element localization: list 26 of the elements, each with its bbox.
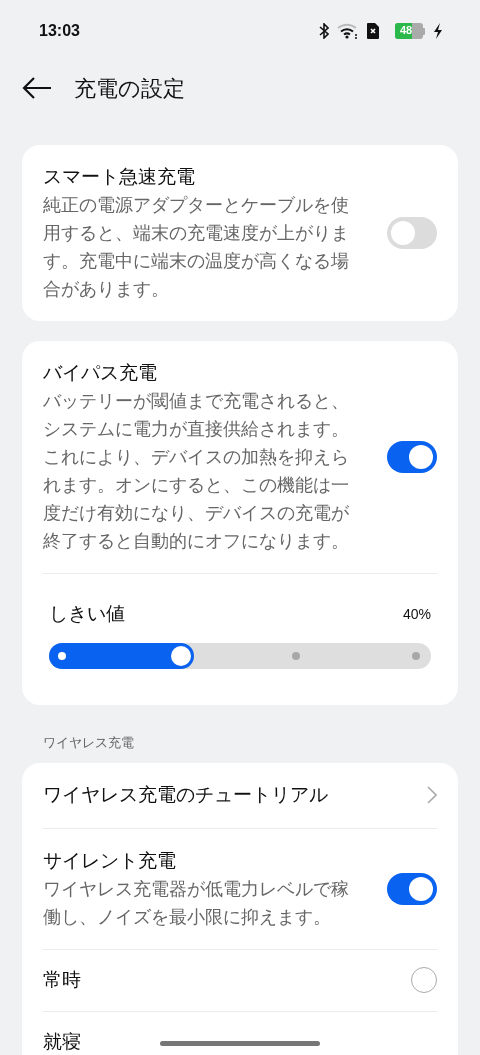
option-label: 就寝	[43, 1029, 81, 1054]
setting-description: バッテリーが閾値まで充電されると、システムに電力が直接供給されます。これにより、デバイスの加熱を抑えられます。オンにすると、この機能は一度だけ有効になり、デバイスの充電が終了すると自動的にオフになります。	[43, 390, 350, 553]
toggle-switch[interactable]	[387, 441, 437, 473]
setting-title: スマート急速充電	[43, 165, 196, 189]
page-title: 充電の設定	[74, 74, 185, 103]
setting-title: バイパス充電	[43, 361, 158, 385]
setting-title: ワイヤレス充電のチュートリアル	[43, 782, 328, 807]
back-arrow-icon[interactable]	[22, 77, 52, 99]
charging-icon	[433, 23, 443, 39]
slider-value: 40%	[402, 604, 431, 624]
section-header: ワイヤレス充電	[42, 733, 135, 752]
setting-title: サイレント充電	[43, 848, 177, 873]
toggle-switch[interactable]	[387, 872, 437, 905]
battery-level: 48	[400, 25, 413, 36]
option-label: 常時	[43, 967, 81, 992]
wifi-icon	[337, 23, 359, 39]
bluetooth-icon	[319, 23, 329, 39]
chevron-right-icon	[427, 786, 437, 804]
setting-description: 純正の電源アダプターとケーブルを使用すると、端末の充電速度が上がります。充電中に端末の温度が高くなる場合があります。	[43, 194, 350, 301]
list-item[interactable]: ワイヤレス充電のチュートリアル	[43, 762, 437, 828]
clock-time: 13:03	[39, 21, 80, 41]
toggle-switch[interactable]	[387, 217, 437, 249]
slider-track[interactable]	[49, 642, 431, 669]
slider-label: しきい値	[49, 602, 125, 626]
setting-description: ワイヤレス充電器が低電力レベルで稼働し、ノイズを最小限に抑えます。	[43, 877, 350, 929]
sim-card-icon	[367, 23, 379, 39]
